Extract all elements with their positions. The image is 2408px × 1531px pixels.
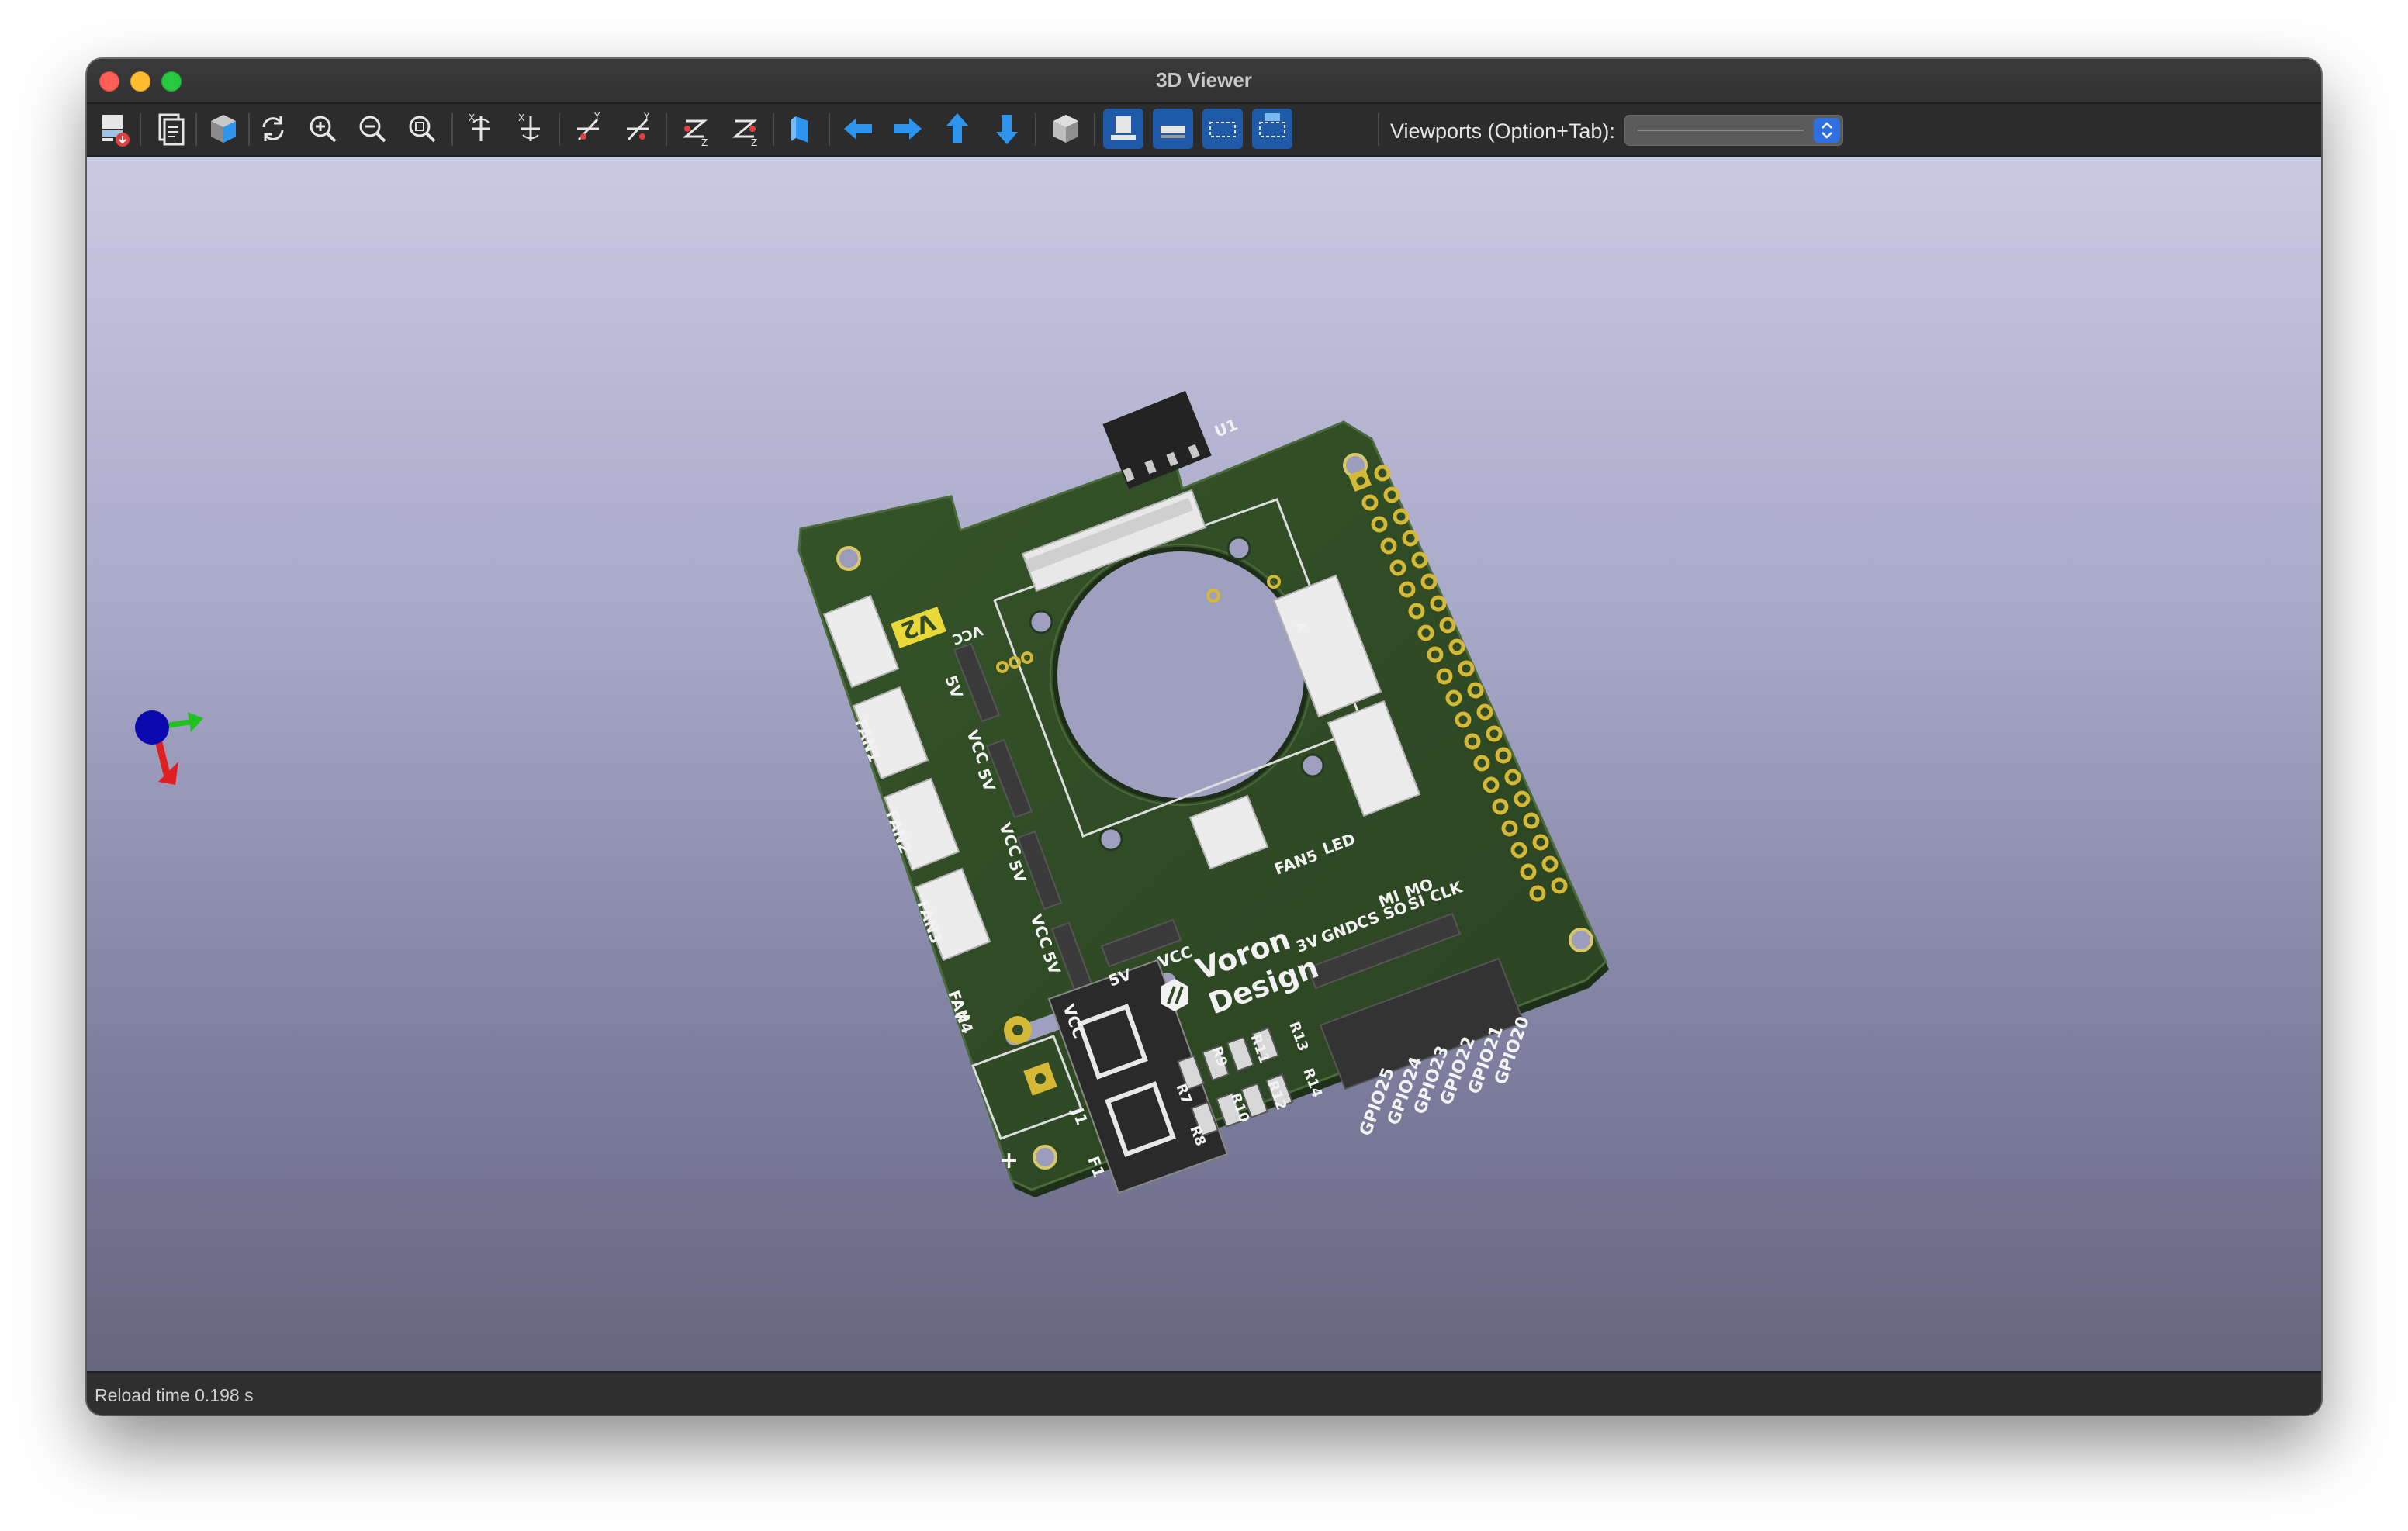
silk-u1: U1: [1212, 415, 1240, 441]
rotate-y-cw-icon[interactable]: Y: [568, 109, 608, 149]
svg-text:Z: Z: [701, 137, 708, 148]
svg-text:X: X: [518, 112, 524, 123]
reload-time-text: Reload time 0.198 s: [95, 1385, 254, 1405]
3d-canvas[interactable]: U1 Voron Design V2 FAN1 FAN2 FAN3 FAN4 F…: [87, 157, 2321, 1371]
rotate-x-ccw-icon[interactable]: X: [510, 109, 551, 149]
rotate-z-ccw-icon[interactable]: Z: [725, 109, 765, 149]
display-mode-3-icon[interactable]: [1202, 109, 1243, 149]
display-mode-2-icon[interactable]: [1153, 109, 1193, 149]
3d-viewer-window: 3D Viewer X X Y Y Z Z Viewports (Option+…: [87, 59, 2321, 1415]
status-bar: Reload time 0.198 s: [87, 1371, 2321, 1415]
silk-plus: +: [999, 1147, 1019, 1174]
reload-icon[interactable]: [253, 109, 293, 149]
rotate-z-cw-icon[interactable]: Z: [675, 109, 715, 149]
toolbar: X X Y Y Z Z Viewports (Option+Tab):: [87, 104, 2321, 157]
svg-text:Y: Y: [643, 111, 650, 122]
svg-text:Y: Y: [593, 111, 600, 122]
flip-board-icon[interactable]: [782, 109, 822, 149]
pan-up-icon[interactable]: [937, 109, 977, 149]
export-icon[interactable]: [95, 109, 135, 149]
display-mode-1-icon[interactable]: [1103, 109, 1143, 149]
silk-minus: −: [953, 1003, 972, 1030]
viewports-select[interactable]: [1624, 115, 1843, 146]
pan-down-icon[interactable]: [987, 109, 1027, 149]
zoom-in-icon[interactable]: [303, 109, 343, 149]
isometric-view-icon[interactable]: [1046, 109, 1086, 149]
pcb-render: U1 Voron Design V2 FAN1 FAN2 FAN3 FAN4 F…: [135, 390, 1609, 1197]
axis-gizmo: [135, 710, 203, 785]
svg-text:Z: Z: [751, 137, 757, 148]
render-cube-icon[interactable]: [203, 109, 244, 149]
window-title: 3D Viewer: [1156, 68, 1252, 92]
zoom-fit-icon[interactable]: [402, 109, 442, 149]
title-bar: 3D Viewer: [87, 59, 2321, 104]
fan-cutout: [1053, 547, 1309, 803]
rotate-y-ccw-icon[interactable]: Y: [618, 109, 658, 149]
svg-text:X: X: [469, 112, 475, 123]
pan-right-icon[interactable]: [887, 109, 928, 149]
copy-icon[interactable]: [150, 109, 191, 149]
chevron-updown-icon: [1814, 118, 1840, 143]
zoom-out-icon[interactable]: [352, 109, 393, 149]
viewports-label: Viewports (Option+Tab):: [1390, 119, 1615, 143]
rotate-x-cw-icon[interactable]: X: [461, 109, 501, 149]
pan-left-icon[interactable]: [838, 109, 878, 149]
display-mode-4-icon[interactable]: [1252, 109, 1292, 149]
